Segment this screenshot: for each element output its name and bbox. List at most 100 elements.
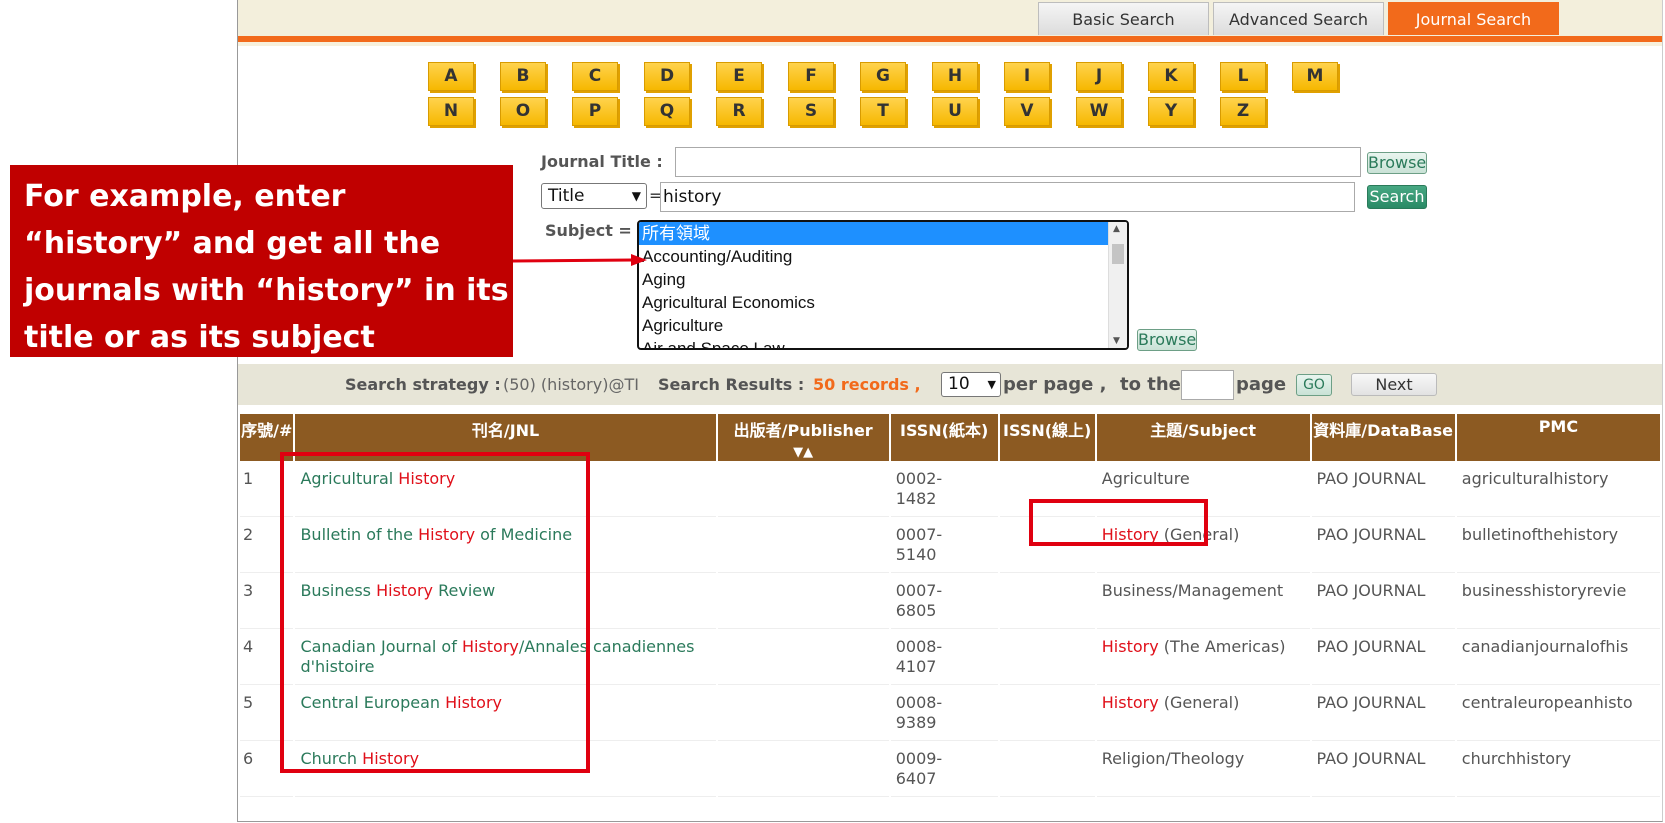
query-input[interactable]: history	[660, 182, 1355, 212]
annotation-callout: For example, enter “history” and get all…	[10, 165, 513, 357]
field-select[interactable]: Title ▼	[541, 183, 647, 209]
subject-cell: History (The Americas)	[1096, 629, 1310, 685]
letter-button-h[interactable]: H	[932, 62, 978, 91]
pmc-cell: canadianjournalofhis	[1456, 629, 1660, 685]
letter-button-i[interactable]: I	[1004, 62, 1050, 91]
publisher-cell	[717, 573, 889, 629]
header-publisher-label: 出版者/Publisher	[733, 421, 873, 440]
issn-online-cell	[999, 685, 1095, 741]
tab-basic-search[interactable]: Basic Search	[1038, 2, 1209, 35]
results-count: 50 records ,	[813, 375, 921, 394]
letter-button-d[interactable]: D	[644, 62, 690, 91]
letter-button-u[interactable]: U	[932, 97, 978, 126]
to-the-label: to the	[1120, 374, 1181, 395]
issn-print-cell: 0009- 6407	[890, 741, 998, 797]
letter-button-g[interactable]: G	[860, 62, 906, 91]
letter-button-m[interactable]: M	[1292, 62, 1338, 91]
database-cell: PAO JOURNAL	[1311, 461, 1455, 517]
letter-button-q[interactable]: Q	[644, 97, 690, 126]
issn-online-cell	[999, 629, 1095, 685]
arrow-icon	[513, 254, 647, 266]
tab-underline-light	[238, 42, 1662, 46]
subject-listbox[interactable]: 所有領域 Accounting/Auditing Aging Agricultu…	[637, 220, 1129, 350]
letter-button-p[interactable]: P	[572, 97, 618, 126]
database-cell: PAO JOURNAL	[1311, 573, 1455, 629]
header-pmc: PMC	[1456, 414, 1660, 461]
issn-print-cell: 0002- 1482	[890, 461, 998, 517]
letter-button-r[interactable]: R	[716, 97, 762, 126]
header-publisher[interactable]: 出版者/Publisher ▼▲	[717, 414, 889, 461]
pmc-cell: businesshistoryrevie	[1456, 573, 1660, 629]
tab-advanced-search[interactable]: Advanced Search	[1213, 2, 1384, 35]
journal-search-page: Basic Search Advanced Search Journal Sea…	[237, 0, 1663, 822]
pmc-cell: centraleuropeanhisto	[1456, 685, 1660, 741]
query-input-value: history	[663, 187, 722, 207]
letter-button-k[interactable]: K	[1148, 62, 1194, 91]
letter-button-n[interactable]: N	[428, 97, 474, 126]
search-strategy-bar: Search strategy : (50) (history)@TI Sear…	[238, 364, 1662, 405]
letter-button-o[interactable]: O	[500, 97, 546, 126]
scroll-down-icon[interactable]: ▼	[1113, 336, 1120, 346]
subject-browse-button[interactable]: Browse	[1137, 329, 1197, 351]
pmc-cell: agriculturalhistory	[1456, 461, 1660, 517]
page-number-input[interactable]	[1181, 370, 1234, 400]
letter-button-j[interactable]: J	[1076, 62, 1122, 91]
publisher-cell	[717, 461, 889, 517]
highlight-subject-box	[1029, 499, 1208, 546]
highlight-titles-box	[280, 452, 590, 773]
letter-button-s[interactable]: S	[788, 97, 834, 126]
journal-title-input[interactable]	[675, 147, 1361, 177]
per-page-select[interactable]: 10 ▼	[941, 372, 1001, 397]
scrollbar-thumb[interactable]	[1112, 244, 1124, 264]
subject-option[interactable]: 所有領域	[639, 222, 1109, 245]
issn-online-cell	[999, 573, 1095, 629]
letter-button-f[interactable]: F	[788, 62, 834, 91]
issn-print-cell: 0008- 4107	[890, 629, 998, 685]
publisher-cell	[717, 629, 889, 685]
letter-button-e[interactable]: E	[716, 62, 762, 91]
subject-cell: History (General)	[1096, 685, 1310, 741]
publisher-cell	[717, 517, 889, 573]
publisher-cell	[717, 685, 889, 741]
subject-option[interactable]: Accounting/Auditing	[639, 245, 1127, 268]
database-cell: PAO JOURNAL	[1311, 741, 1455, 797]
database-cell: PAO JOURNAL	[1311, 517, 1455, 573]
field-select-value: Title	[548, 186, 585, 206]
sort-arrows-icon[interactable]: ▼▲	[793, 445, 813, 460]
page-label: page	[1236, 374, 1287, 395]
letter-button-a[interactable]: A	[428, 62, 474, 91]
chevron-down-icon: ▼	[631, 189, 641, 203]
subject-option[interactable]: Air and Space Law	[639, 337, 1127, 348]
go-button[interactable]: GO	[1296, 374, 1332, 396]
browse-button[interactable]: Browse	[1367, 152, 1427, 174]
strategy-label: Search strategy :	[345, 375, 501, 394]
scroll-up-icon[interactable]: ▲	[1113, 224, 1120, 234]
subject-option[interactable]: Agriculture	[639, 314, 1127, 337]
subject-option[interactable]: Aging	[639, 268, 1127, 291]
letter-button-l[interactable]: L	[1220, 62, 1266, 91]
letter-button-t[interactable]: T	[860, 97, 906, 126]
search-button[interactable]: Search	[1367, 185, 1427, 209]
database-cell: PAO JOURNAL	[1311, 629, 1455, 685]
results-label: Search Results :	[658, 375, 805, 394]
pmc-cell: bulletinofthehistory	[1456, 517, 1660, 573]
subject-cell: Religion/Theology	[1096, 741, 1310, 797]
subject-option[interactable]: Agricultural Economics	[639, 291, 1127, 314]
database-cell: PAO JOURNAL	[1311, 685, 1455, 741]
header-subject: 主題/Subject	[1096, 414, 1310, 461]
strategy-value: (50) (history)@TI	[503, 375, 639, 394]
header-database: 資料庫/DataBase	[1311, 414, 1455, 461]
issn-print-cell: 0007- 6805	[890, 573, 998, 629]
header-issn-print: ISSN(紙本)	[890, 414, 998, 461]
letter-button-y[interactable]: Y	[1148, 97, 1194, 126]
listbox-scrollbar[interactable]: ▲ ▼	[1108, 222, 1127, 348]
letter-button-v[interactable]: V	[1004, 97, 1050, 126]
letter-button-b[interactable]: B	[500, 62, 546, 91]
pmc-cell: churchhistory	[1456, 741, 1660, 797]
tab-journal-search[interactable]: Journal Search	[1388, 2, 1559, 35]
letter-button-c[interactable]: C	[572, 62, 618, 91]
chevron-down-icon: ▼	[987, 378, 996, 391]
letter-button-z[interactable]: Z	[1220, 97, 1266, 126]
next-button[interactable]: Next	[1351, 373, 1437, 396]
letter-button-w[interactable]: W	[1076, 97, 1122, 126]
